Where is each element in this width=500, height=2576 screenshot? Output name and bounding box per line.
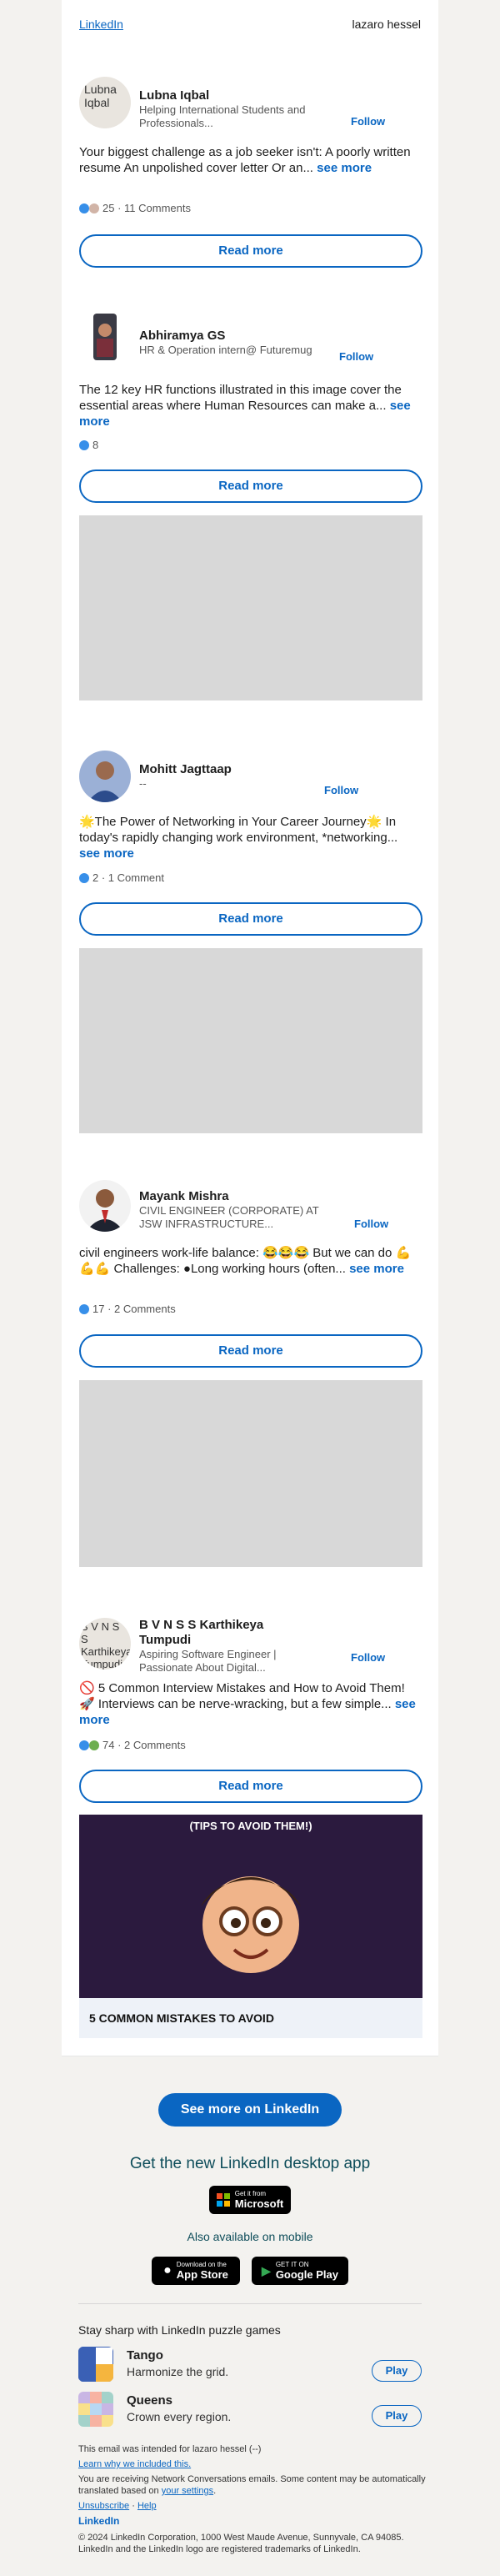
read-more-button[interactable]: Read more — [79, 1334, 422, 1368]
author-name[interactable]: Abhiramya GS — [139, 329, 225, 344]
post-card: Abhiramya GS HR & Operation intern@ Futu… — [62, 287, 438, 718]
follow-button[interactable]: Follow — [351, 115, 385, 128]
follow-button[interactable]: Follow — [351, 1651, 385, 1664]
game-subtitle: Crown every region. — [127, 2410, 232, 2423]
author-name[interactable]: Lubna Iqbal — [139, 88, 209, 103]
post-stats: 8 — [79, 439, 98, 451]
apple-icon: ● — [163, 2263, 172, 2277]
see-more-link[interactable]: see more — [349, 1262, 404, 1276]
author-headline: Aspiring Software Engineer | Passionate … — [139, 1648, 277, 1674]
image-caption: 5 COMMON MISTAKES TO AVOID — [79, 1998, 422, 2038]
author-headline: -- — [139, 777, 147, 790]
learn-why-link[interactable]: Learn why we included this. — [78, 2459, 191, 2469]
play-button[interactable]: Play — [372, 2360, 422, 2382]
like-reaction-icon — [79, 439, 89, 450]
follow-button[interactable]: Follow — [354, 1218, 388, 1230]
author-name[interactable]: Mohitt Jagttaap — [139, 762, 232, 777]
post-image[interactable]: (TIPS TO AVOID THEM!) — [79, 1815, 422, 1998]
post-image[interactable] — [79, 1380, 422, 1567]
avatar[interactable] — [79, 312, 131, 364]
post-card: Mohitt Jagttaap -- Follow 🌟The Power of … — [62, 717, 438, 1152]
cartoon-face-illustration — [201, 1876, 301, 1973]
like-reaction-icon — [79, 1740, 89, 1750]
footer-intended: This email was intended for lazaro hesse… — [78, 2444, 262, 2454]
author-name[interactable]: Mayank Mishra — [139, 1189, 229, 1204]
avatar[interactable] — [79, 1180, 131, 1232]
queens-game-icon[interactable] — [78, 2392, 113, 2427]
game-title[interactable]: Tango — [127, 2348, 163, 2363]
footer-links: Unsubscribe · Help — [78, 2501, 157, 2511]
post-stats: 17 · 2 Comments — [79, 1303, 176, 1315]
post-stats: 2 · 1 Comment — [79, 871, 164, 884]
heart-reaction-icon — [89, 203, 99, 213]
avatar[interactable] — [79, 751, 131, 802]
divider — [78, 2303, 422, 2304]
microsoft-store-badge[interactable]: Get it from Microsoft — [209, 2186, 291, 2214]
see-more-link[interactable]: see more — [79, 846, 134, 861]
post-text: Your biggest challenge as a job seeker i… — [79, 145, 411, 175]
profile-photo — [93, 314, 117, 360]
game-title[interactable]: Queens — [127, 2393, 172, 2408]
see-more-linkedin-button[interactable]: See more on LinkedIn — [158, 2093, 342, 2127]
unsubscribe-link[interactable]: Unsubscribe — [78, 2501, 129, 2511]
like-reaction-icon — [79, 1303, 89, 1314]
settings-link[interactable]: your settings — [162, 2486, 213, 2496]
desktop-app-title: Get the new LinkedIn desktop app — [129, 2155, 371, 2172]
read-more-button[interactable]: Read more — [79, 234, 422, 268]
author-headline: Helping International Students and Profe… — [139, 103, 306, 129]
author-name[interactable]: B V N S S Karthikeya Tumpudi — [139, 1618, 306, 1648]
google-play-badge[interactable]: ▶ GET IT ON Google Play — [252, 2257, 348, 2285]
games-heading: Stay sharp with LinkedIn puzzle games — [78, 2323, 281, 2337]
avatar[interactable]: B V N S S Karthikeya Tumpudi — [79, 1618, 131, 1670]
footer-copyright: © 2024 LinkedIn Corporation, 1000 West M… — [78, 2533, 404, 2554]
author-headline: CIVIL ENGINEER (CORPORATE) AT JSW INFRAS… — [139, 1204, 319, 1230]
post-card: Lubna Iqbal Lubna Iqbal Helping Internat… — [62, 52, 438, 288]
profile-photo — [86, 1189, 124, 1232]
footer-receiving: You are receiving Network Conversations … — [78, 2474, 426, 2496]
post-text: 🚫 5 Common Interview Mistakes and How to… — [79, 1681, 416, 1727]
post-stats: 74 · 2 Comments — [79, 1739, 186, 1751]
post-card: Mayank Mishra CIVIL ENGINEER (CORPORATE)… — [62, 1151, 438, 1585]
game-subtitle: Harmonize the grid. — [127, 2365, 229, 2378]
post-text: 🌟The Power of Networking in Your Career … — [79, 815, 398, 861]
follow-button[interactable]: Follow — [339, 350, 373, 363]
like-reaction-icon — [79, 872, 89, 883]
post-card: B V N S S Karthikeya Tumpudi B V N S S K… — [62, 1584, 438, 2056]
post-stats: 25 · 11 Comments — [79, 202, 191, 214]
microsoft-logo-icon — [216, 2193, 230, 2207]
profile-photo — [88, 761, 122, 802]
celebrate-reaction-icon — [89, 1740, 99, 1750]
play-store-icon: ▶ — [262, 2263, 271, 2277]
tango-game-icon[interactable] — [78, 2347, 113, 2382]
author-headline: HR & Operation intern@ Futuremug — [139, 344, 312, 356]
read-more-button[interactable]: Read more — [79, 470, 422, 503]
read-more-button[interactable]: Read more — [79, 1770, 422, 1803]
footer-linkedin-logo[interactable]: LinkedIn — [78, 2515, 428, 2527]
post-text: The 12 key HR functions illustrated in t… — [79, 383, 411, 429]
linkedin-logo[interactable]: LinkedIn — [79, 18, 123, 31]
mobile-availability: Also available on mobile — [187, 2230, 313, 2243]
email-header: LinkedIn lazaro hessel — [62, 0, 438, 52]
see-more-link[interactable]: see more — [317, 161, 372, 175]
like-reaction-icon — [79, 203, 89, 213]
post-text: civil engineers work-life balance: 😂😂😂 B… — [79, 1246, 412, 1276]
post-image[interactable] — [79, 948, 422, 1133]
read-more-button[interactable]: Read more — [79, 902, 422, 936]
avatar[interactable]: Lubna Iqbal — [79, 77, 131, 128]
follow-button[interactable]: Follow — [324, 784, 358, 796]
recipient-name: lazaro hessel — [352, 18, 422, 31]
post-image[interactable] — [79, 515, 422, 700]
play-button[interactable]: Play — [372, 2405, 422, 2427]
app-store-badge[interactable]: ● Download on the App Store — [152, 2257, 240, 2285]
help-link[interactable]: Help — [138, 2501, 157, 2511]
